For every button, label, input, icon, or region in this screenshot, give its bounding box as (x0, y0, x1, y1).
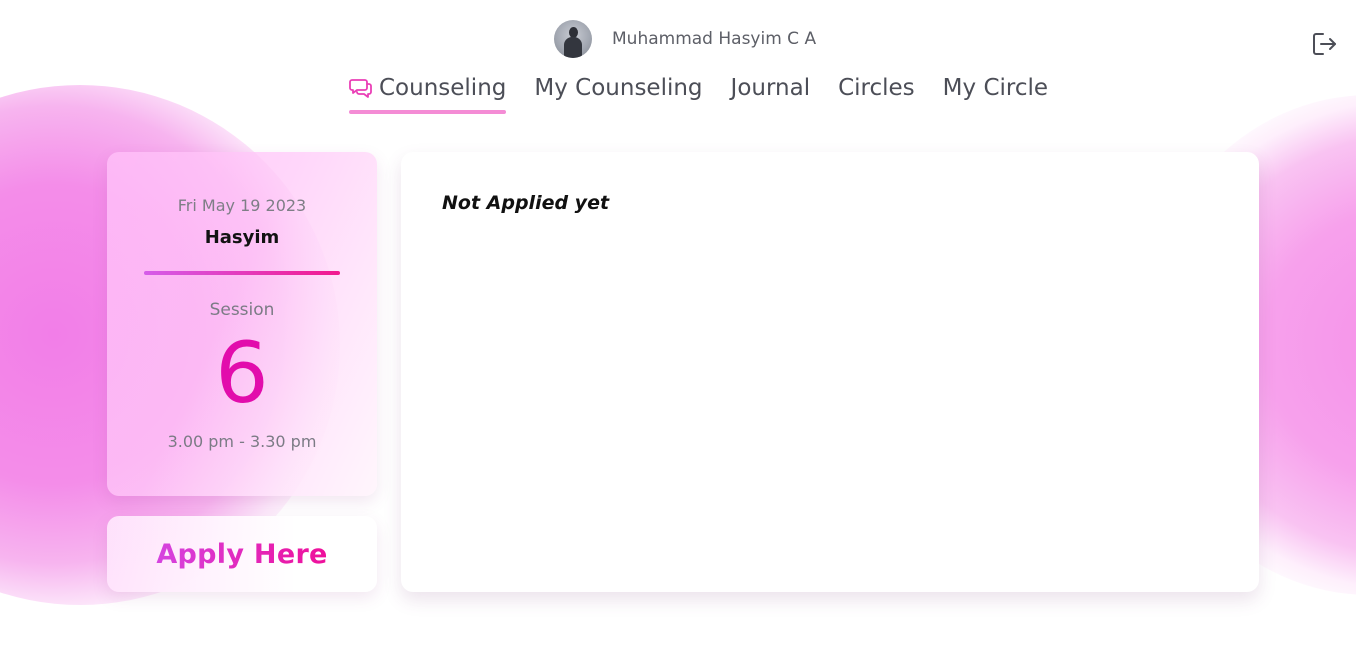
session-label: Session (209, 300, 275, 320)
session-user-name: Hasyim (204, 227, 280, 248)
session-time: 3.00 pm - 3.30 pm (167, 432, 317, 451)
chat-bubbles-icon (349, 79, 372, 98)
user-profile[interactable]: Muhammad Hasyim C A (554, 20, 816, 58)
tab-journal-label: Journal (730, 75, 811, 101)
application-status: Not Applied yet (442, 192, 610, 214)
page: Muhammad Hasyim C A Counseling My Counse… (0, 0, 1356, 656)
tab-my-circle-label: My Circle (942, 75, 1049, 101)
tab-my-counseling[interactable]: My Counseling (534, 72, 702, 110)
session-card: Fri May 19 2023 Hasyim Session 6 3.00 pm… (107, 152, 377, 496)
user-name: Muhammad Hasyim C A (612, 29, 817, 49)
tab-journal[interactable]: Journal (731, 72, 811, 110)
tab-my-counseling-label: My Counseling (534, 75, 703, 101)
apply-button-label: Apply Here (156, 538, 328, 570)
header: Muhammad Hasyim C A Counseling My Counse… (0, 0, 1356, 120)
avatar[interactable] (554, 20, 592, 58)
apply-button[interactable]: Apply Here (107, 516, 377, 592)
logout-icon[interactable] (1310, 30, 1338, 58)
content-panel: Not Applied yet (401, 152, 1259, 592)
session-date: Fri May 19 2023 (177, 196, 307, 215)
divider (144, 271, 340, 275)
session-number: 6 (215, 324, 269, 422)
tab-counseling-label: Counseling (379, 75, 507, 101)
tab-my-circle[interactable]: My Circle (943, 72, 1048, 110)
tab-circles-label: Circles (838, 75, 915, 101)
tab-counseling[interactable]: Counseling (349, 72, 507, 114)
main-nav: Counseling My Counseling Journal Circles… (349, 72, 1076, 114)
tab-circles[interactable]: Circles (838, 72, 915, 110)
